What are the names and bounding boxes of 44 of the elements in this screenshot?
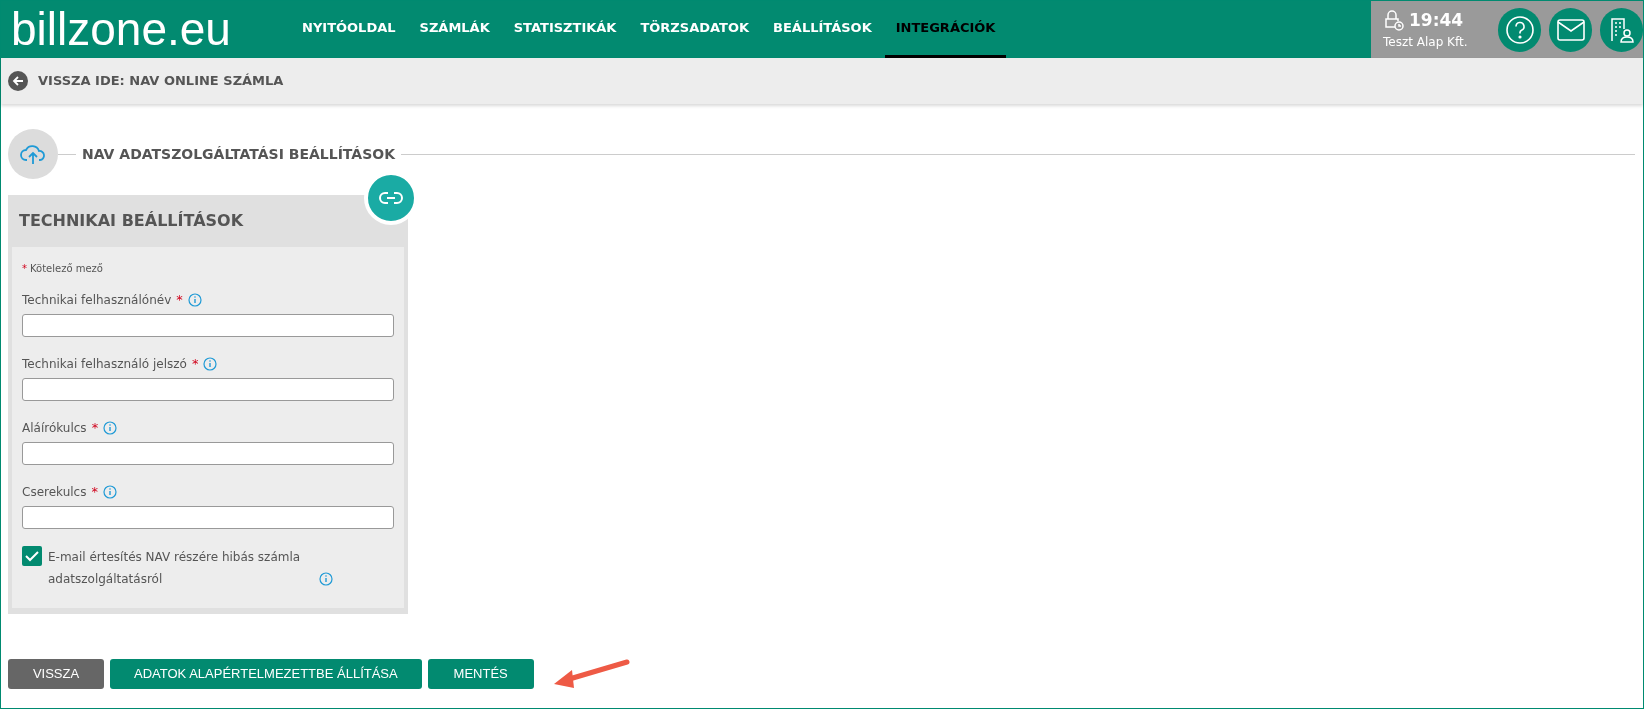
required-asterisk: * (91, 419, 99, 437)
input-field[interactable] (22, 378, 394, 401)
nav-tab[interactable]: SZÁMLÁK (408, 1, 501, 58)
section-title: NAV ADATSZOLGÁLTATÁSI BEÁLLÍTÁSOK (81, 144, 396, 164)
lock-clock-icon (1383, 9, 1405, 32)
input-field[interactable] (22, 442, 394, 465)
info-icon[interactable] (203, 356, 218, 371)
envelope-icon (1556, 18, 1585, 41)
info-icon[interactable] (103, 420, 118, 435)
company-profile-button[interactable] (1600, 7, 1643, 52)
checkbox-label: E-mail értesítés NAV részére hibás számla adatszolgáltatásról (48, 549, 302, 588)
cloud-upload-icon (20, 143, 46, 165)
button[interactable]: ADATOK ALAPÉRTELMEZETTBE ÁLLÍTÁSA (110, 659, 422, 689)
required-asterisk: * (22, 262, 27, 276)
card-title: TECHNIKAI BEÁLLÍTÁSOK (19, 210, 244, 232)
input-field[interactable] (22, 506, 394, 529)
help-button[interactable] (1498, 7, 1542, 52)
company-name: Teszt Alap Kft. (1383, 34, 1469, 52)
field-label: Cserekulcs (22, 483, 87, 501)
info-icon[interactable] (102, 484, 117, 499)
nav-tab[interactable]: BEÁLLÍTÁSOK (762, 1, 883, 58)
button[interactable]: VISSZA (8, 659, 104, 689)
input-field[interactable] (22, 314, 394, 337)
back-link[interactable]: VISSZA IDE: NAV ONLINE SZÁMLA (38, 71, 284, 91)
nav-tab[interactable]: STATISZTIKÁK (502, 1, 628, 58)
building-person-icon (1608, 16, 1635, 43)
info-icon[interactable] (187, 292, 202, 307)
field-label: Technikai felhasználó jelszó (22, 355, 187, 373)
field-label: Technikai felhasználónév (22, 291, 172, 309)
help-icon (1504, 14, 1535, 45)
link-icon (379, 191, 403, 205)
checkbox[interactable] (22, 546, 42, 566)
nav-tab[interactable]: NYITÓOLDAL (291, 1, 407, 58)
time-display: 19:44 (1409, 8, 1464, 32)
required-note: Kötelező mező (30, 262, 103, 276)
required-asterisk: * (176, 291, 183, 309)
field-label: Aláírókulcs (22, 419, 87, 437)
mail-button[interactable] (1549, 7, 1593, 52)
required-asterisk: * (191, 355, 199, 373)
logo[interactable]: billzone.eu (1, 1, 291, 58)
required-asterisk: * (91, 483, 98, 501)
info-icon[interactable] (319, 572, 333, 586)
button[interactable]: MENTÉS (427, 659, 534, 689)
nav-tab[interactable]: TÖRZSADATOK (629, 1, 761, 58)
